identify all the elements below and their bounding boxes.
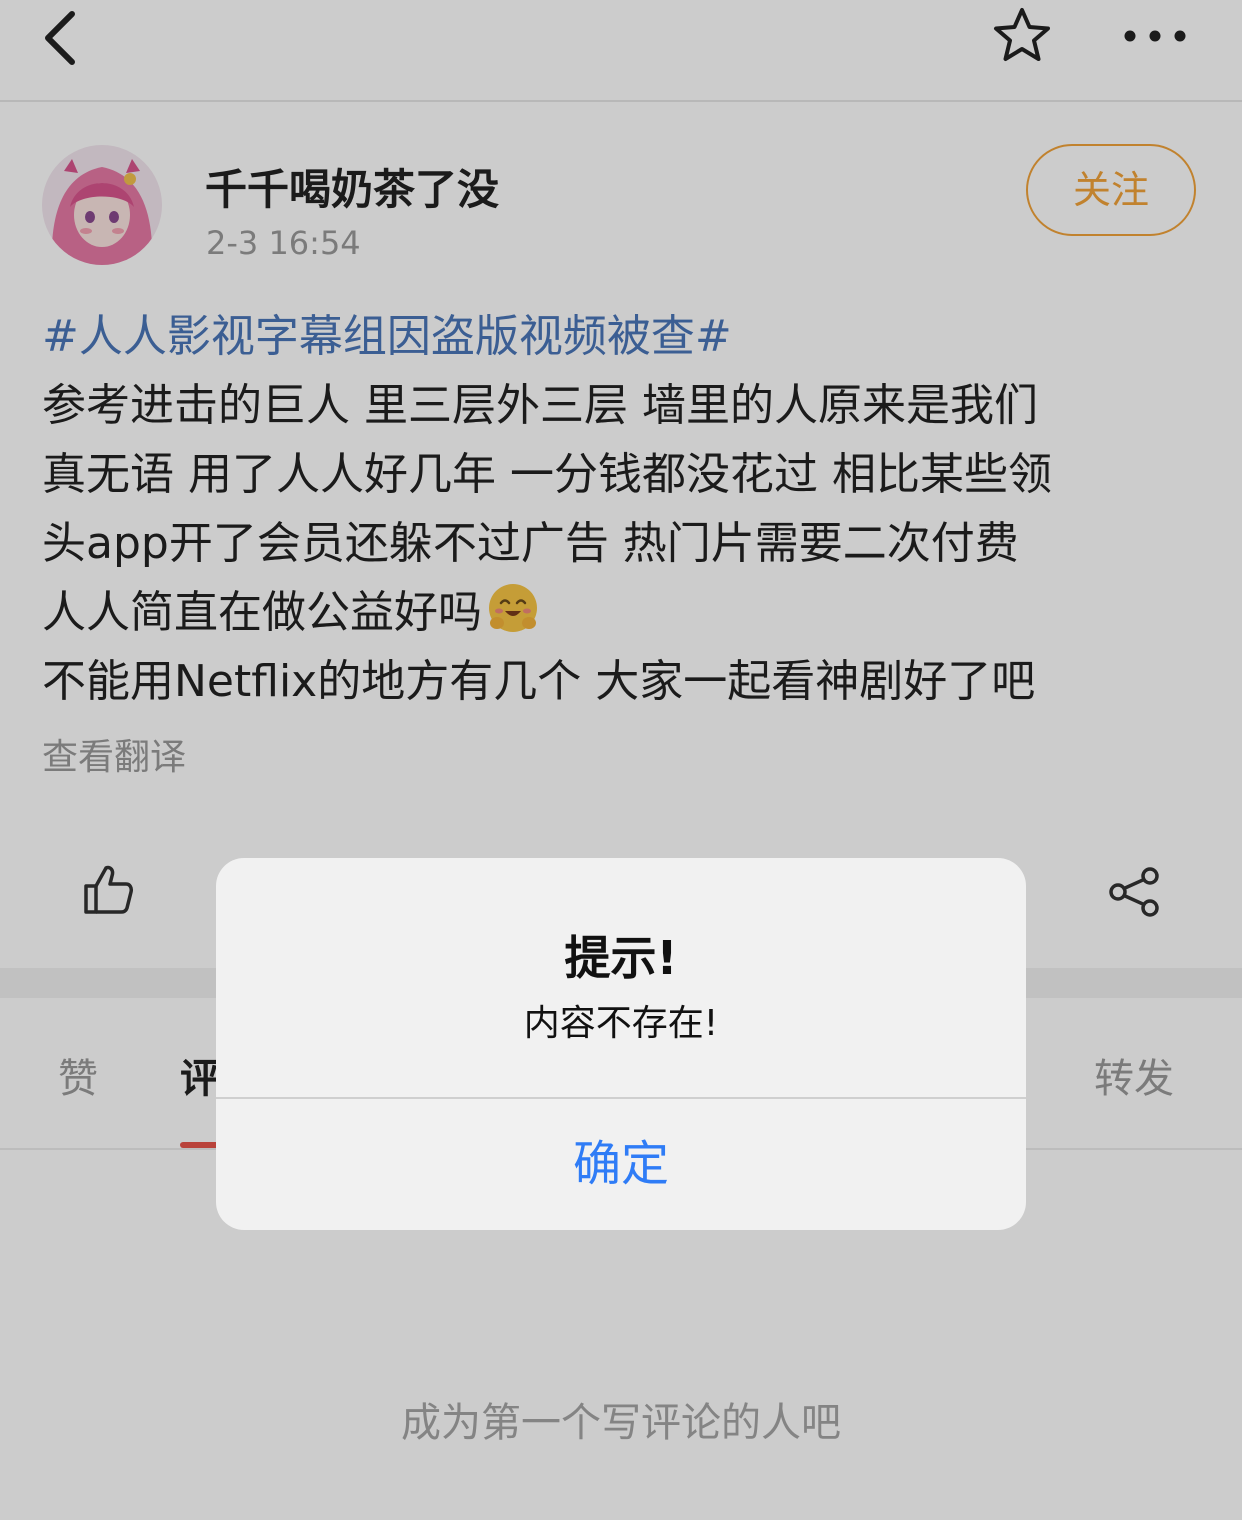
confirm-button[interactable]: 确定 xyxy=(216,1099,1026,1230)
alert-title: 提示! xyxy=(564,931,678,985)
modal-overlay xyxy=(0,0,1242,1520)
alert-message: 内容不存在! xyxy=(523,1003,719,1044)
